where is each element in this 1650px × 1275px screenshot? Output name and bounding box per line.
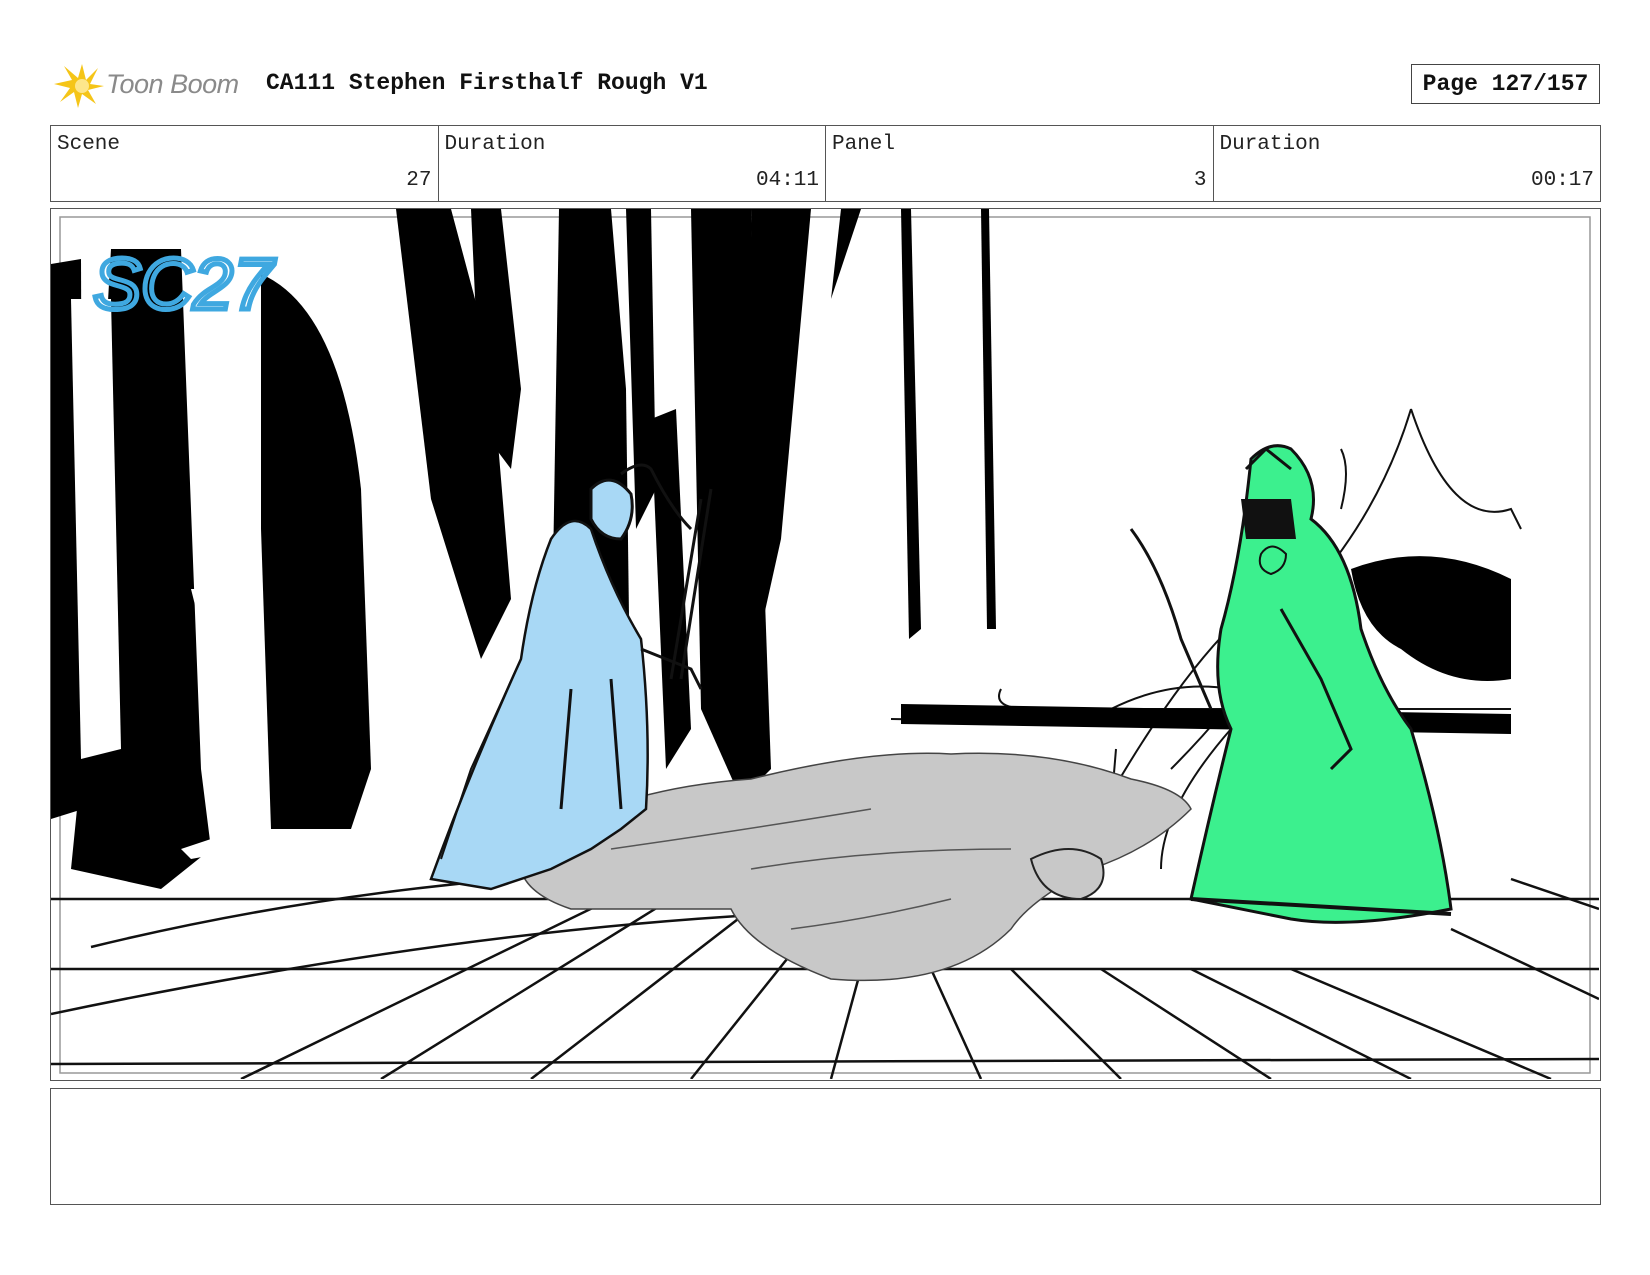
scene-cell: Scene 27 bbox=[51, 126, 439, 201]
panel-label: Panel bbox=[832, 133, 896, 156]
page-indicator: Page 127/157 bbox=[1411, 64, 1600, 104]
storyboard-panel: SC27 bbox=[50, 208, 1601, 1081]
document-title: CA111 Stephen Firsthalf Rough V1 bbox=[266, 70, 708, 96]
panel-duration-cell: Duration 00:17 bbox=[1214, 126, 1601, 201]
queen-figure bbox=[1129, 444, 1453, 924]
panel-duration-label: Duration bbox=[1219, 133, 1321, 156]
panel-value: 3 bbox=[1193, 169, 1207, 192]
scene-label: Scene bbox=[57, 133, 121, 156]
scene-value: 27 bbox=[406, 169, 432, 192]
panel-cell: Panel 3 bbox=[826, 126, 1214, 201]
toon-boom-logo: Toon Boom bbox=[52, 58, 252, 110]
scene-duration-label: Duration bbox=[444, 133, 546, 156]
panel-notes bbox=[50, 1088, 1601, 1205]
starburst-icon bbox=[54, 64, 104, 108]
scene-info-table: Scene 27 Duration 04:11 Panel 3 Duration… bbox=[50, 125, 1601, 202]
scene-mark: SC27 bbox=[93, 245, 276, 325]
storyboard-sketch: SC27 bbox=[51, 209, 1599, 1079]
panel-duration-value: 00:17 bbox=[1530, 169, 1594, 192]
logo-text: Toon Boom bbox=[106, 68, 239, 99]
scene-duration-cell: Duration 04:11 bbox=[439, 126, 826, 201]
scene-duration-value: 04:11 bbox=[755, 169, 819, 192]
